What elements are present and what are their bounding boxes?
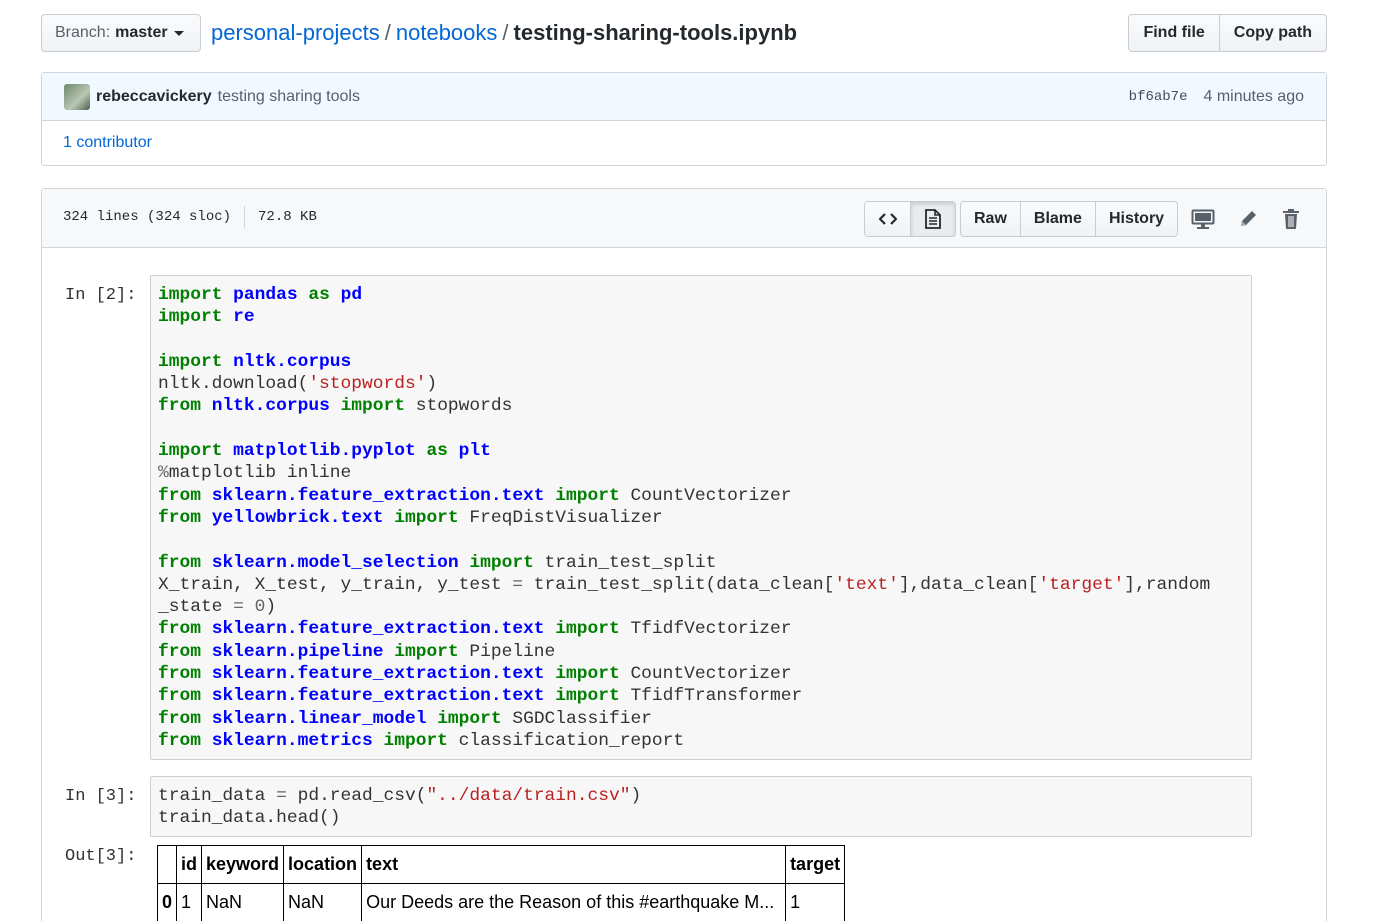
breadcrumb-folder-link[interactable]: notebooks — [396, 20, 498, 45]
file-actions-group: Raw Blame History — [960, 201, 1179, 237]
cell-output-prompt: Out[3]: — [65, 847, 137, 866]
file-nav-button-group: Find file Copy path — [1128, 14, 1327, 52]
display-rendered-button[interactable] — [910, 202, 955, 236]
commit-meta: bf6ab7e 4 minutes ago — [1129, 88, 1304, 106]
table-row: 0 1 NaN NaN Our Deeds are the Reason of … — [156, 883, 846, 921]
display-source-button[interactable] — [865, 202, 910, 236]
output-dataframe-table: id keyword location text target 0 1 NaN … — [156, 845, 846, 921]
copy-path-button[interactable]: Copy path — [1218, 15, 1326, 51]
desktop-icon — [1191, 209, 1215, 229]
column-header — [156, 845, 178, 884]
file-line-count: 324 lines (324 sloc) — [63, 209, 232, 225]
column-header: id — [176, 845, 203, 884]
cell-input-prompt: In [2]: — [65, 286, 137, 305]
breadcrumb: personal-projects / notebooks / testing-shar… — [211, 20, 797, 46]
raw-button[interactable]: Raw — [961, 202, 1020, 236]
find-file-button[interactable]: Find file — [1129, 15, 1218, 51]
edit-file-button[interactable] — [1235, 206, 1261, 232]
pencil-icon — [1241, 211, 1256, 226]
code-cell-input[interactable]: train_data = pd.read_csv("../data/train.… — [150, 776, 1252, 837]
avatar[interactable] — [64, 83, 90, 110]
blame-button[interactable]: Blame — [1019, 202, 1095, 236]
delete-file-button[interactable] — [1278, 206, 1304, 232]
column-header: text — [361, 845, 787, 884]
table-cell: Our Deeds are the Reason of this #earthq… — [361, 883, 787, 921]
table-header-row: id keyword location text target — [156, 845, 846, 884]
cell-input-prompt: In [3]: — [65, 787, 137, 806]
caret-down-icon — [173, 30, 184, 36]
table-cell: 1 — [176, 883, 203, 921]
code-icon — [878, 213, 897, 225]
open-desktop-button[interactable] — [1190, 206, 1216, 232]
breadcrumb-repo-link[interactable]: personal-projects — [211, 20, 380, 45]
code-block: import pandas as pd import re import nlt… — [158, 285, 1211, 751]
breadcrumb-separator: / — [384, 20, 391, 45]
file-navigation: Branch: master personal-projects / noteboo… — [41, 14, 1327, 52]
commit-info-box: rebeccavickery testing sharing tools bf6… — [41, 72, 1327, 166]
code-block: train_data = pd.read_csv("../data/train.… — [158, 786, 642, 829]
file-info: 324 lines (324 sloc) 72.8 KB — [63, 206, 317, 228]
commit-sha-link[interactable]: bf6ab7e — [1129, 89, 1188, 105]
contributors-link[interactable]: 1 contributor — [42, 121, 1326, 165]
column-header: target — [785, 845, 846, 884]
column-header: location — [283, 845, 363, 884]
commit-author-link[interactable]: rebeccavickery — [96, 88, 212, 106]
table-cell: 1 — [785, 883, 846, 921]
breadcrumb-separator: / — [502, 20, 509, 45]
commit-message-link[interactable]: testing sharing tools — [218, 88, 360, 106]
branch-value: master — [115, 24, 168, 41]
file-size: 72.8 KB — [258, 209, 317, 225]
breadcrumb-file-name: testing-sharing-tools.ipynb — [513, 20, 798, 45]
history-button[interactable]: History — [1094, 202, 1177, 236]
latest-commit-bar: rebeccavickery testing sharing tools bf6… — [42, 73, 1326, 121]
file-header: 324 lines (324 sloc) 72.8 KB Raw Blame H… — [42, 189, 1326, 248]
table-cell: NaN — [201, 883, 285, 921]
table-cell: 0 — [156, 883, 178, 921]
column-header: keyword — [201, 845, 285, 884]
code-cell-input[interactable]: import pandas as pd import re import nlt… — [150, 275, 1252, 760]
file-viewer: 324 lines (324 sloc) 72.8 KB Raw Blame H… — [41, 188, 1327, 921]
view-mode-toggle — [864, 201, 956, 237]
branch-label: Branch: — [55, 24, 111, 41]
file-icon — [925, 209, 941, 229]
commit-time: 4 minutes ago — [1203, 87, 1304, 105]
trash-icon — [1283, 209, 1299, 229]
table-cell: NaN — [283, 883, 363, 921]
file-info-divider — [244, 206, 246, 228]
branch-select-button[interactable]: Branch: master — [41, 14, 201, 52]
